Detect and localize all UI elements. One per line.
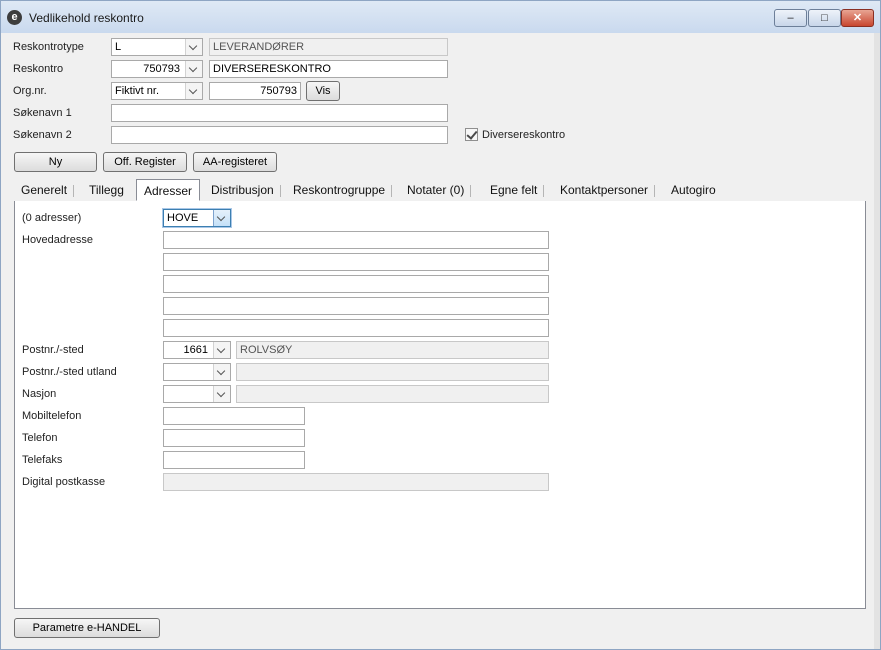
tab-egne-felt[interactable]: Egne felt bbox=[483, 181, 545, 200]
minimize-button[interactable]: ‒ bbox=[774, 9, 807, 27]
close-icon: ✕ bbox=[852, 12, 863, 24]
postnr-label: Postnr./-sted bbox=[22, 344, 84, 356]
mobiltelefon-field[interactable] bbox=[163, 407, 305, 425]
orgnr-label: Org.nr. bbox=[13, 85, 47, 97]
address-line-3[interactable] bbox=[163, 275, 549, 293]
digital-postkasse-field bbox=[163, 473, 549, 491]
address-type-value: HOVE bbox=[167, 212, 199, 224]
tab-strip: Generelt Tillegg Adresser Distribusjon R… bbox=[14, 179, 866, 202]
reskontrotype-description: LEVERANDØRER bbox=[209, 38, 448, 56]
close-button[interactable]: ✕ bbox=[841, 9, 874, 27]
address-type-select[interactable]: HOVE bbox=[163, 209, 231, 227]
postnr-value: 1661 bbox=[183, 344, 208, 356]
sokenavn1-label: Søkenavn 1 bbox=[13, 107, 72, 119]
tab-generelt[interactable]: Generelt bbox=[14, 181, 75, 200]
mobiltelefon-label: Mobiltelefon bbox=[22, 410, 82, 422]
off-register-button[interactable]: Off. Register bbox=[103, 152, 187, 172]
title-bar: e Vedlikehold reskontro ‒ □ ✕ bbox=[1, 1, 880, 33]
digital-postkasse-label: Digital postkasse bbox=[22, 476, 106, 488]
chevron-down-icon[interactable] bbox=[213, 210, 230, 226]
app-icon: e bbox=[7, 10, 22, 25]
reskontrotype-value: L bbox=[115, 41, 122, 53]
poststed-field: ROLVSØY bbox=[236, 341, 549, 359]
reskontro-name-field[interactable]: DIVERSERESKONTRO bbox=[209, 60, 448, 78]
diversereskontro-label: Diversereskontro bbox=[482, 129, 566, 141]
telefon-label: Telefon bbox=[22, 432, 58, 444]
hovedadresse-label: Hovedadresse bbox=[22, 234, 93, 246]
address-line-1[interactable] bbox=[163, 231, 549, 249]
postnr-utland-select[interactable] bbox=[163, 363, 231, 381]
tab-kontaktpersoner[interactable]: Kontaktpersoner bbox=[553, 181, 656, 200]
reskontro-label: Reskontro bbox=[13, 63, 64, 75]
tab-notater[interactable]: Notater (0) bbox=[400, 181, 472, 200]
aa-registeret-button[interactable]: AA-registeret bbox=[193, 152, 277, 172]
parametre-ehandel-button[interactable]: Parametre e-HANDEL bbox=[14, 618, 160, 638]
sokenavn2-label: Søkenavn 2 bbox=[13, 129, 72, 141]
chevron-down-icon[interactable] bbox=[185, 61, 202, 77]
right-edge-scrollbar[interactable] bbox=[874, 33, 880, 649]
nasjon-label: Nasjon bbox=[22, 388, 57, 400]
nasjon-select[interactable] bbox=[163, 385, 231, 403]
tab-distribusjon[interactable]: Distribusjon bbox=[204, 181, 281, 200]
sokenavn1-field[interactable] bbox=[111, 104, 448, 122]
orgnr-type-select[interactable]: Fiktivt nr. bbox=[111, 82, 203, 100]
diversereskontro-checkbox[interactable] bbox=[465, 128, 478, 141]
tab-autogiro[interactable]: Autogiro bbox=[664, 181, 723, 200]
telefon-field[interactable] bbox=[163, 429, 305, 447]
address-line-2[interactable] bbox=[163, 253, 549, 271]
tab-adresser[interactable]: Adresser bbox=[136, 179, 201, 201]
maximize-icon: □ bbox=[821, 12, 828, 24]
telefaks-field[interactable] bbox=[163, 451, 305, 469]
chevron-down-icon[interactable] bbox=[185, 39, 202, 55]
maximize-button[interactable]: □ bbox=[808, 9, 841, 27]
reskontro-select[interactable]: 750793 bbox=[111, 60, 203, 78]
tab-tillegg[interactable]: Tillegg bbox=[82, 181, 131, 200]
chevron-down-icon[interactable] bbox=[213, 364, 230, 380]
main-window: e Vedlikehold reskontro ‒ □ ✕ Reskontrot… bbox=[0, 0, 881, 650]
telefaks-label: Telefaks bbox=[22, 454, 63, 466]
orgnr-type-value: Fiktivt nr. bbox=[115, 85, 160, 97]
chevron-down-icon[interactable] bbox=[185, 83, 202, 99]
reskontro-value: 750793 bbox=[143, 63, 180, 75]
reskontrotype-select[interactable]: L bbox=[111, 38, 203, 56]
tab-reskontrogruppe[interactable]: Reskontrogruppe bbox=[286, 181, 393, 200]
postnr-select[interactable]: 1661 bbox=[163, 341, 231, 359]
chevron-down-icon[interactable] bbox=[213, 386, 230, 402]
minimize-icon: ‒ bbox=[787, 12, 794, 24]
address-line-5[interactable] bbox=[163, 319, 549, 337]
orgnr-field[interactable]: 750793 bbox=[209, 82, 301, 100]
window-title: Vedlikehold reskontro bbox=[29, 11, 144, 25]
sokenavn2-field[interactable] bbox=[111, 126, 448, 144]
ny-button[interactable]: Ny bbox=[14, 152, 97, 172]
address-count-label: (0 adresser) bbox=[22, 212, 82, 224]
postnr-utland-label: Postnr./-sted utland bbox=[22, 366, 117, 378]
nasjon-name-field bbox=[236, 385, 549, 403]
chevron-down-icon[interactable] bbox=[213, 342, 230, 358]
reskontrotype-label: Reskontrotype bbox=[13, 41, 84, 53]
vis-button[interactable]: Vis bbox=[306, 81, 340, 101]
poststed-utland-field bbox=[236, 363, 549, 381]
address-line-4[interactable] bbox=[163, 297, 549, 315]
